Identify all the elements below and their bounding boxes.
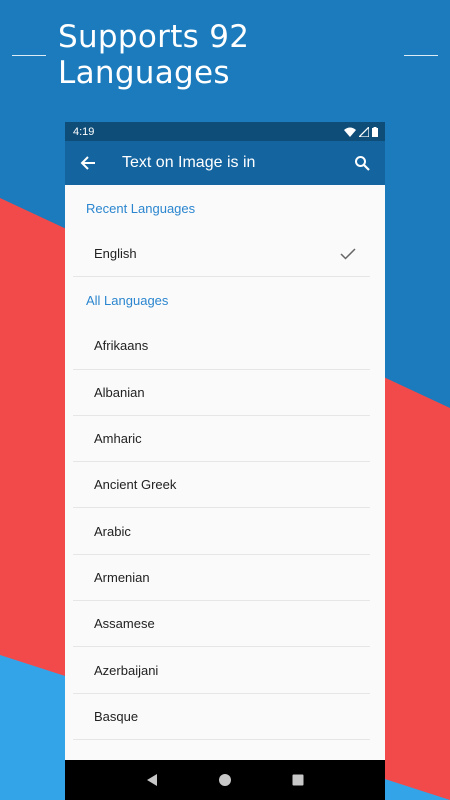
signal-icon (359, 126, 369, 137)
status-icons (344, 126, 378, 137)
arrow-back-icon[interactable] (73, 148, 103, 178)
language-label: Afrikaans (94, 338, 149, 354)
wifi-icon (344, 127, 356, 137)
language-item[interactable]: Amharic (73, 416, 370, 463)
language-label: Ancient Greek (94, 477, 177, 493)
language-label: English (94, 246, 137, 262)
nav-back-icon[interactable] (145, 773, 159, 787)
language-label: Arabic (94, 523, 131, 539)
language-item[interactable]: Arabic (73, 508, 370, 555)
language-label: Armenian (94, 569, 150, 585)
nav-home-icon[interactable] (218, 773, 232, 787)
language-label: Assamese (94, 616, 155, 632)
check-icon (339, 245, 357, 263)
language-label: Albanian (94, 384, 145, 400)
language-item[interactable]: Basque (73, 694, 370, 740)
language-label: Amharic (94, 431, 142, 447)
search-icon[interactable] (347, 148, 377, 178)
system-navigation-bar (65, 760, 385, 800)
status-time: 4:19 (73, 125, 95, 138)
promo-line-left (12, 54, 46, 56)
nav-recents-icon[interactable] (291, 773, 305, 787)
promo-title-text: Supports 92 Languages (58, 19, 250, 91)
page-title: Text on Image is in (122, 154, 256, 171)
recent-languages-header: Recent Languages (86, 200, 196, 216)
phone-screen: 4:19 Text on Image is in Recent Language… (65, 122, 385, 800)
all-languages-list: Afrikaans Albanian Amharic Ancient Greek… (65, 323, 385, 740)
language-item[interactable]: Afrikaans (73, 323, 370, 370)
language-label: Basque (94, 708, 139, 724)
app-bar: Text on Image is in (65, 141, 385, 185)
language-item[interactable]: Assamese (73, 601, 370, 648)
recent-languages-list: English (65, 231, 385, 278)
battery-icon (372, 126, 378, 137)
language-item[interactable]: Azerbaijani (73, 647, 370, 694)
promo-line-right (404, 54, 438, 56)
status-bar: 4:19 (65, 122, 385, 141)
language-label: Azerbaijani (94, 662, 159, 678)
promo-title: Supports 92 Languages (0, 19, 450, 91)
language-item-english[interactable]: English (73, 231, 370, 278)
language-item[interactable]: Ancient Greek (73, 462, 370, 509)
language-item[interactable]: Albanian (73, 370, 370, 416)
all-languages-header: All Languages (86, 292, 169, 308)
language-item[interactable]: Armenian (73, 555, 370, 602)
